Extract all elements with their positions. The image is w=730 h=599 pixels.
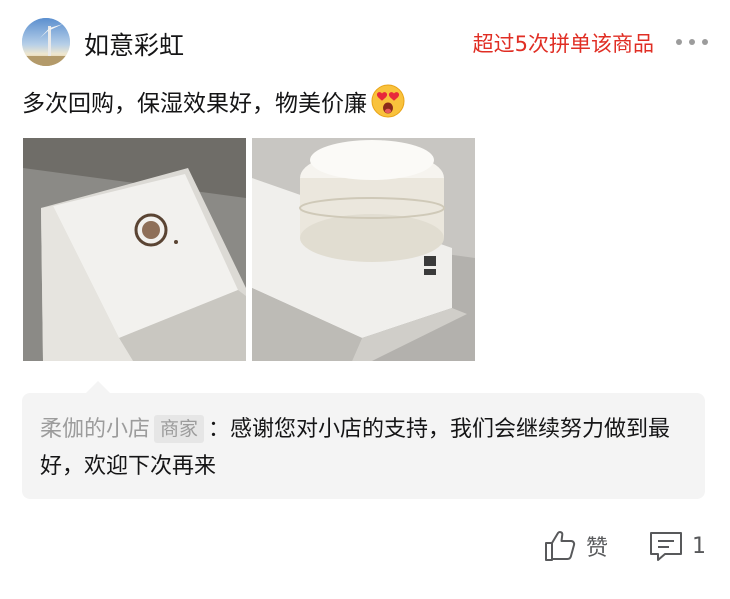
thumbs-up-icon — [544, 531, 576, 561]
comment-count: 1 — [692, 533, 706, 559]
reply-separator: ： — [208, 417, 231, 442]
heart-eyes-emoji-icon — [371, 84, 405, 118]
dot — [689, 39, 695, 45]
reply-content: 柔伽的小店 商家 ：感谢您对小店的支持，我们会继续努力做到最好，欢迎下次再来 — [40, 411, 687, 485]
review-text: 多次回购，保湿效果好，物美价廉 — [22, 91, 367, 117]
product-box-image — [23, 138, 246, 361]
review-content: 多次回购，保湿效果好，物美价廉 — [22, 84, 405, 118]
review-header: 如意彩虹 超过5次拼单该商品 — [22, 18, 712, 70]
comment-icon — [650, 532, 682, 561]
user-avatar[interactable] — [22, 18, 70, 66]
username[interactable]: 如意彩虹 — [84, 26, 184, 62]
review-actions: 赞 1 — [544, 530, 706, 562]
dot — [702, 39, 708, 45]
like-button[interactable]: 赞 — [544, 530, 608, 562]
dot — [676, 39, 682, 45]
product-box-photo[interactable] — [23, 138, 246, 361]
repurchase-badge: 超过5次拼单该商品 — [472, 32, 654, 56]
merchant-reply: 柔伽的小店 商家 ：感谢您对小店的支持，我们会继续努力做到最好，欢迎下次再来 — [22, 381, 705, 499]
product-jar-image — [252, 138, 475, 361]
comment-button[interactable]: 1 — [648, 530, 706, 562]
ellipsis-icon[interactable] — [672, 32, 712, 52]
like-label: 赞 — [585, 536, 608, 561]
review-photos — [23, 138, 475, 361]
shop-name[interactable]: 柔伽的小店 — [40, 417, 150, 442]
reply-pointer — [86, 381, 110, 393]
merchant-badge: 商家 — [154, 415, 205, 443]
product-jar-photo[interactable] — [252, 138, 475, 361]
avatar-image — [22, 18, 70, 66]
